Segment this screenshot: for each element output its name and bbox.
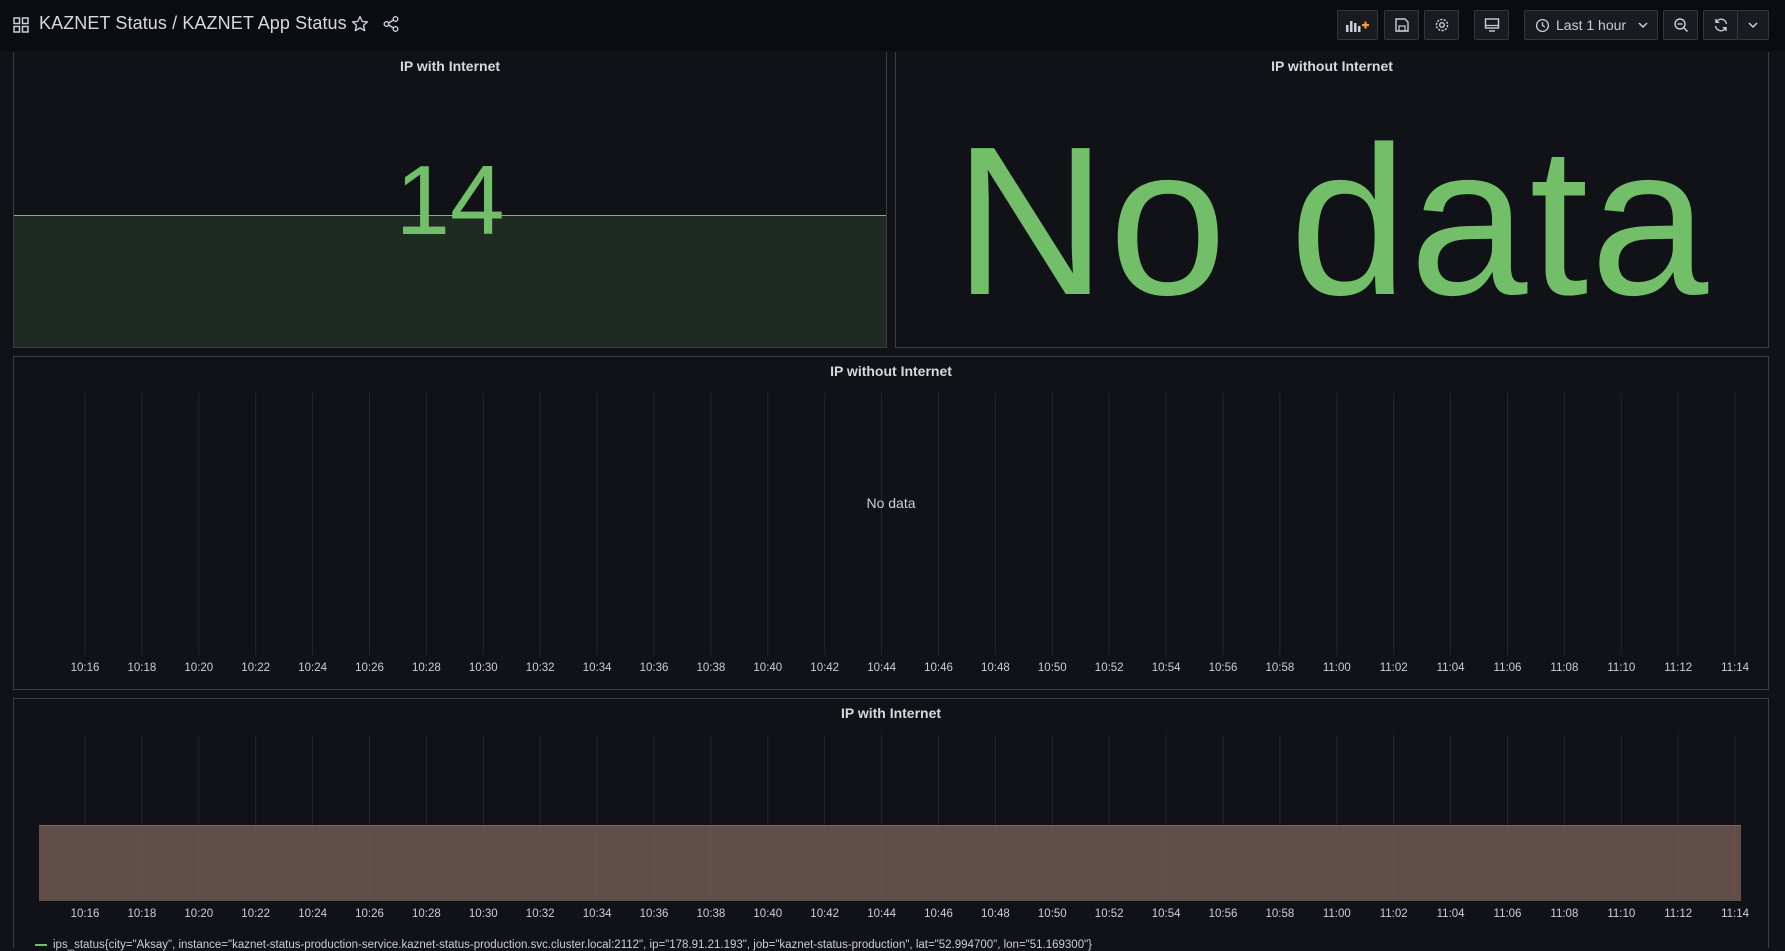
stat-panel-ip-with-internet[interactable]: IP with Internet 14 xyxy=(13,52,887,348)
x-tick-label: 10:22 xyxy=(241,908,270,920)
dashboard-settings-button[interactable] xyxy=(1424,10,1459,40)
x-tick-label: 10:58 xyxy=(1266,662,1295,674)
save-dashboard-button[interactable] xyxy=(1384,10,1419,40)
x-tick-label: 10:50 xyxy=(1038,662,1067,674)
x-tick-label: 10:48 xyxy=(981,908,1010,920)
legend-item[interactable]: ips_status{city="Aksay", instance="kazne… xyxy=(35,939,1092,951)
x-tick-label: 10:34 xyxy=(583,662,612,674)
x-tick-label: 10:18 xyxy=(128,908,157,920)
x-tick-label: 10:52 xyxy=(1095,662,1124,674)
x-tick-label: 10:44 xyxy=(867,662,896,674)
add-panel-icon xyxy=(1345,21,1369,32)
stat-panel-ip-without-internet[interactable]: IP without Internet No data xyxy=(895,52,1769,348)
x-tick-label: 11:08 xyxy=(1550,908,1578,920)
panel-title[interactable]: IP without Internet xyxy=(896,58,1768,74)
x-tick-label: 11:00 xyxy=(1323,908,1351,920)
zoom-out-button[interactable] xyxy=(1663,10,1698,40)
dashboard-title[interactable]: KAZNET Status / KAZNET App Status xyxy=(39,13,347,34)
x-tick-label: 10:46 xyxy=(924,908,953,920)
series-area xyxy=(39,825,1741,901)
x-tick-label: 10:38 xyxy=(697,662,726,674)
x-tick-label: 10:36 xyxy=(640,908,669,920)
x-tick-label: 10:42 xyxy=(810,662,839,674)
x-tick-label: 11:08 xyxy=(1550,662,1578,674)
chevron-down-icon xyxy=(1748,22,1758,29)
x-tick-label: 10:38 xyxy=(697,908,726,920)
x-tick-label: 10:24 xyxy=(298,908,327,920)
x-tick-label: 11:12 xyxy=(1664,908,1692,920)
x-tick-label: 10:20 xyxy=(184,662,213,674)
x-tick-label: 11:02 xyxy=(1380,908,1408,920)
x-tick-label: 10:28 xyxy=(412,908,441,920)
x-tick-label: 11:12 xyxy=(1664,662,1692,674)
x-tick-label: 10:24 xyxy=(298,662,327,674)
x-tick-label: 10:20 xyxy=(184,908,213,920)
x-tick-label: 10:44 xyxy=(867,908,896,920)
x-tick-label: 10:26 xyxy=(355,662,384,674)
refresh-button[interactable] xyxy=(1703,10,1738,40)
tv-mode-icon xyxy=(1484,18,1499,32)
refresh-interval-dropdown[interactable] xyxy=(1737,10,1769,40)
x-tick-label: 10:58 xyxy=(1266,908,1295,920)
timeseries-chart: 10:16 10:18 10:20 10:22 10:24 10:26 10:28 10:30… xyxy=(39,735,1750,920)
tv-mode-button[interactable] xyxy=(1474,10,1509,40)
x-tick-label: 11:04 xyxy=(1437,662,1466,674)
x-tick-label: 10:26 xyxy=(355,908,384,920)
x-tick-label: 10:28 xyxy=(412,662,441,674)
x-tick-label: 11:10 xyxy=(1607,662,1635,674)
x-tick-label: 10:42 xyxy=(810,908,839,920)
x-tick-label: 10:30 xyxy=(469,662,498,674)
clock-icon xyxy=(1535,18,1550,32)
x-tick-label: 10:40 xyxy=(753,908,782,920)
gear-icon xyxy=(1435,18,1448,32)
x-tick-label: 11:00 xyxy=(1323,662,1351,674)
x-tick-label: 10:16 xyxy=(71,908,100,920)
stat-value: 14 xyxy=(395,145,505,255)
time-range-label: Last 1 hour xyxy=(1556,17,1627,33)
timeseries-chart: 10:16 10:18 10:20 10:22 10:24 10:26 10:28 10:30… xyxy=(71,393,1750,674)
top-navbar: KAZNET Status / KAZNET App Status Last 1… xyxy=(0,0,1785,51)
x-tick-label: 11:06 xyxy=(1494,908,1522,920)
x-tick-label: 10:32 xyxy=(526,662,555,674)
x-tick-label: 10:18 xyxy=(128,662,157,674)
share-icon[interactable] xyxy=(382,15,400,33)
x-tick-label: 10:46 xyxy=(924,662,953,674)
no-data-message: No data xyxy=(953,102,1711,339)
timeseries-panel-ip-without-internet[interactable]: IP without Internet 10:16 10:18 10:20 10:22… xyxy=(13,356,1769,690)
x-tick-label: 10:34 xyxy=(583,908,612,920)
x-tick-label: 10:52 xyxy=(1095,908,1124,920)
save-icon xyxy=(1394,18,1409,32)
panel-title[interactable]: IP with Internet xyxy=(14,58,886,74)
time-range-picker[interactable]: Last 1 hour xyxy=(1524,10,1658,40)
x-tick-label: 11:14 xyxy=(1721,908,1750,920)
x-tick-label: 11:14 xyxy=(1721,662,1750,674)
legend-label: ips_status{city="Aksay", instance="kazne… xyxy=(53,939,1093,951)
chevron-down-icon xyxy=(1638,22,1648,29)
x-tick-label: 10:54 xyxy=(1152,662,1181,674)
x-tick-label: 11:06 xyxy=(1494,662,1522,674)
x-tick-label: 11:10 xyxy=(1607,908,1635,920)
star-icon[interactable] xyxy=(351,15,369,33)
zoom-out-icon xyxy=(1673,18,1688,33)
x-tick-label: 11:02 xyxy=(1380,662,1408,674)
x-tick-label: 10:40 xyxy=(753,662,782,674)
x-tick-label: 10:50 xyxy=(1038,908,1067,920)
x-tick-label: 10:22 xyxy=(241,662,270,674)
x-tick-label: 10:30 xyxy=(469,908,498,920)
refresh-icon xyxy=(1714,18,1727,32)
x-tick-label: 10:56 xyxy=(1209,908,1238,920)
x-tick-label: 10:48 xyxy=(981,662,1010,674)
x-tick-label: 10:32 xyxy=(526,908,555,920)
add-panel-button[interactable] xyxy=(1337,10,1378,40)
x-tick-label: 10:36 xyxy=(640,662,669,674)
x-tick-label: 10:16 xyxy=(71,662,100,674)
apps-grid-icon[interactable] xyxy=(13,17,29,33)
x-tick-label: 11:04 xyxy=(1437,908,1466,920)
x-tick-label: 10:54 xyxy=(1152,908,1181,920)
no-data-message: No data xyxy=(866,495,916,511)
timeseries-panel-ip-with-internet[interactable]: IP with Internet 10:16 10:18 10:20 10:22 10:… xyxy=(13,698,1769,951)
x-tick-label: 10:56 xyxy=(1209,662,1238,674)
